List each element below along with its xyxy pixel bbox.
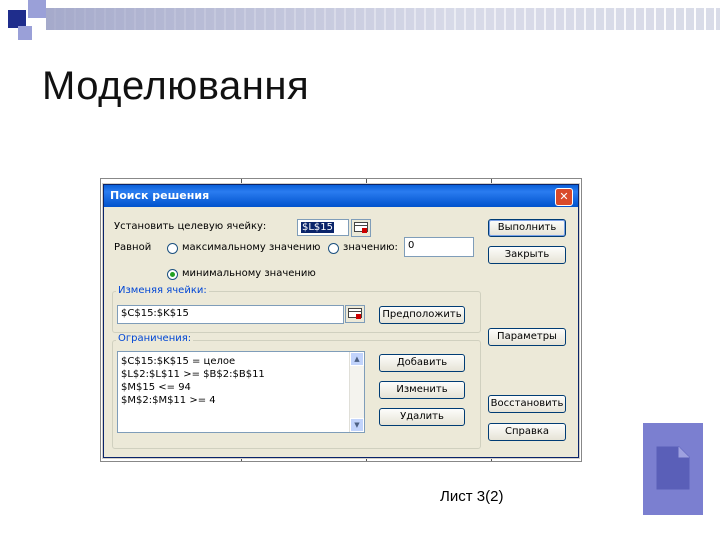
radio-min-label: минимальному значению — [182, 268, 316, 279]
options-button[interactable]: Параметры — [488, 328, 566, 346]
equal-label: Равной — [114, 242, 152, 253]
close-button[interactable]: Закрыть — [488, 246, 566, 264]
change-button[interactable]: Изменить — [379, 381, 465, 399]
target-cell-value: $L$15 — [301, 222, 335, 233]
slide-caption: Лист 3(2) — [440, 488, 504, 505]
dialog-titlebar: Поиск решения — [104, 185, 578, 207]
collapse-dialog-icon — [348, 308, 362, 319]
constraints-list[interactable]: $C$15:$K$15 = целое $L$2:$L$11 >= $B$2:$… — [117, 351, 365, 433]
dialog-title: Поиск решения — [110, 189, 210, 202]
list-item[interactable]: $L$2:$L$11 >= $B$2:$B$11 — [118, 368, 364, 381]
reset-button[interactable]: Восстановить — [488, 395, 566, 413]
value-input[interactable]: 0 — [404, 237, 474, 257]
help-button[interactable]: Справка — [488, 423, 566, 441]
target-cell-label: Установить целевую ячейку: — [114, 221, 267, 232]
radio-value-label: значению: — [343, 242, 398, 253]
solver-dialog: Поиск решения ✕ Установить целевую ячейк… — [103, 184, 579, 458]
close-icon[interactable]: ✕ — [555, 188, 573, 206]
decor-square-small — [18, 26, 32, 40]
changing-cells-input[interactable]: $C$15:$K$15 — [117, 305, 344, 324]
document-icon — [656, 446, 690, 490]
radio-min[interactable] — [167, 269, 178, 280]
add-button[interactable]: Добавить — [379, 354, 465, 372]
target-collapse-button[interactable] — [351, 219, 371, 237]
radio-value[interactable] — [328, 243, 339, 254]
scroll-up-icon[interactable]: ▲ — [350, 352, 364, 366]
constraints-label: Ограничения: — [116, 333, 194, 344]
guess-button[interactable]: Предположить — [379, 306, 465, 324]
decor-square-light — [28, 0, 46, 18]
radio-max[interactable] — [167, 243, 178, 254]
changing-cells-label: Изменяя ячейки: — [116, 285, 209, 296]
collapse-dialog-icon — [354, 222, 368, 233]
solve-button[interactable]: Выполнить — [488, 219, 566, 237]
scroll-down-icon[interactable]: ▼ — [350, 418, 364, 432]
changing-collapse-button[interactable] — [345, 305, 365, 323]
list-item[interactable]: $C$15:$K$15 = целое — [118, 355, 364, 368]
document-icon-box[interactable] — [643, 423, 703, 515]
slide-title: Моделювання — [42, 64, 310, 108]
radio-max-label: максимальному значению — [182, 242, 321, 253]
decor-header-bar — [46, 8, 720, 30]
delete-button[interactable]: Удалить — [379, 408, 465, 426]
list-item[interactable]: $M$15 <= 94 — [118, 381, 364, 394]
list-item[interactable]: $M$2:$M$11 >= 4 — [118, 394, 364, 407]
target-cell-input[interactable]: $L$15 — [297, 219, 349, 236]
constraints-scrollbar[interactable]: ▲ ▼ — [349, 352, 364, 432]
